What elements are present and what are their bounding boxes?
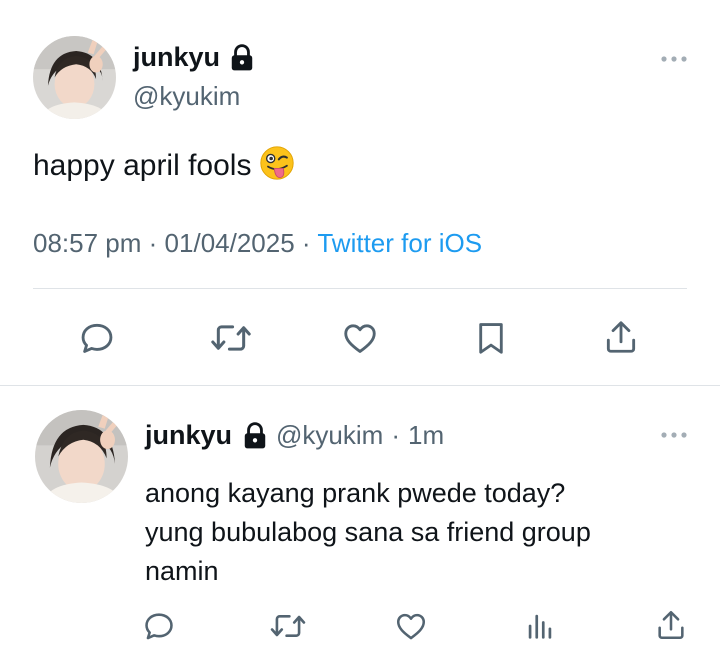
tweet-time[interactable]: 08:57 pm [33, 228, 141, 258]
lock-icon [242, 421, 268, 450]
reply-author-row: junkyu @kyukim · 1m [145, 420, 444, 451]
views-icon [528, 614, 552, 639]
reply-time[interactable]: 1m [408, 420, 444, 451]
winking-face-with-tongue-icon [259, 145, 295, 189]
lock-icon [229, 43, 255, 72]
divider [0, 385, 720, 386]
retweet-button[interactable] [209, 318, 253, 358]
reply-retweet-button[interactable] [269, 608, 307, 644]
reply-reply-button[interactable] [141, 608, 177, 644]
share-icon [658, 610, 684, 640]
tweet-source-link[interactable]: Twitter for iOS [317, 228, 482, 258]
reply-more-options-icon[interactable] [659, 428, 689, 440]
reply-text-line: yung bubulabog sana sa friend group [145, 517, 591, 547]
retweet-icon [270, 614, 306, 638]
tweet-metadata: 08:57 pm · 01/04/2025 · Twitter for iOS [33, 228, 482, 259]
display-name[interactable]: junkyu [133, 42, 220, 73]
avatar[interactable] [33, 36, 116, 119]
tweet-date[interactable]: 01/04/2025 [165, 228, 295, 258]
reply-avatar[interactable] [35, 410, 128, 503]
reply-text: anong kayang prank pwede today? yung bub… [145, 474, 591, 591]
author-handle[interactable]: @kyukim [133, 81, 240, 112]
retweet-icon [211, 325, 251, 351]
reply-share-button[interactable] [653, 606, 689, 644]
bookmark-icon [479, 323, 503, 354]
reply-display-name[interactable]: junkyu [145, 420, 232, 451]
like-icon [344, 324, 376, 353]
reply-like-button[interactable] [393, 608, 429, 644]
reply-text-line: namin [145, 556, 219, 586]
like-icon [396, 613, 426, 640]
share-button[interactable] [601, 316, 641, 358]
reply-button[interactable] [77, 318, 117, 358]
tweet-text: happy april fools [33, 145, 295, 189]
author-name-row: junkyu [133, 42, 255, 73]
reply-views-button[interactable] [522, 608, 558, 644]
like-button[interactable] [340, 318, 380, 358]
share-icon [606, 321, 636, 353]
divider [33, 288, 687, 289]
reply-icon [81, 323, 113, 353]
bookmark-button[interactable] [471, 318, 511, 358]
meta-separator: · [301, 228, 311, 258]
meta-separator: · [391, 420, 400, 450]
more-options-icon[interactable] [659, 52, 689, 64]
reply-handle[interactable]: @kyukim [276, 420, 383, 451]
tweet-body: happy april fools [33, 149, 252, 182]
meta-separator: · [148, 228, 158, 258]
reply-text-line: anong kayang prank pwede today? [145, 478, 566, 508]
reply-icon [145, 613, 173, 640]
